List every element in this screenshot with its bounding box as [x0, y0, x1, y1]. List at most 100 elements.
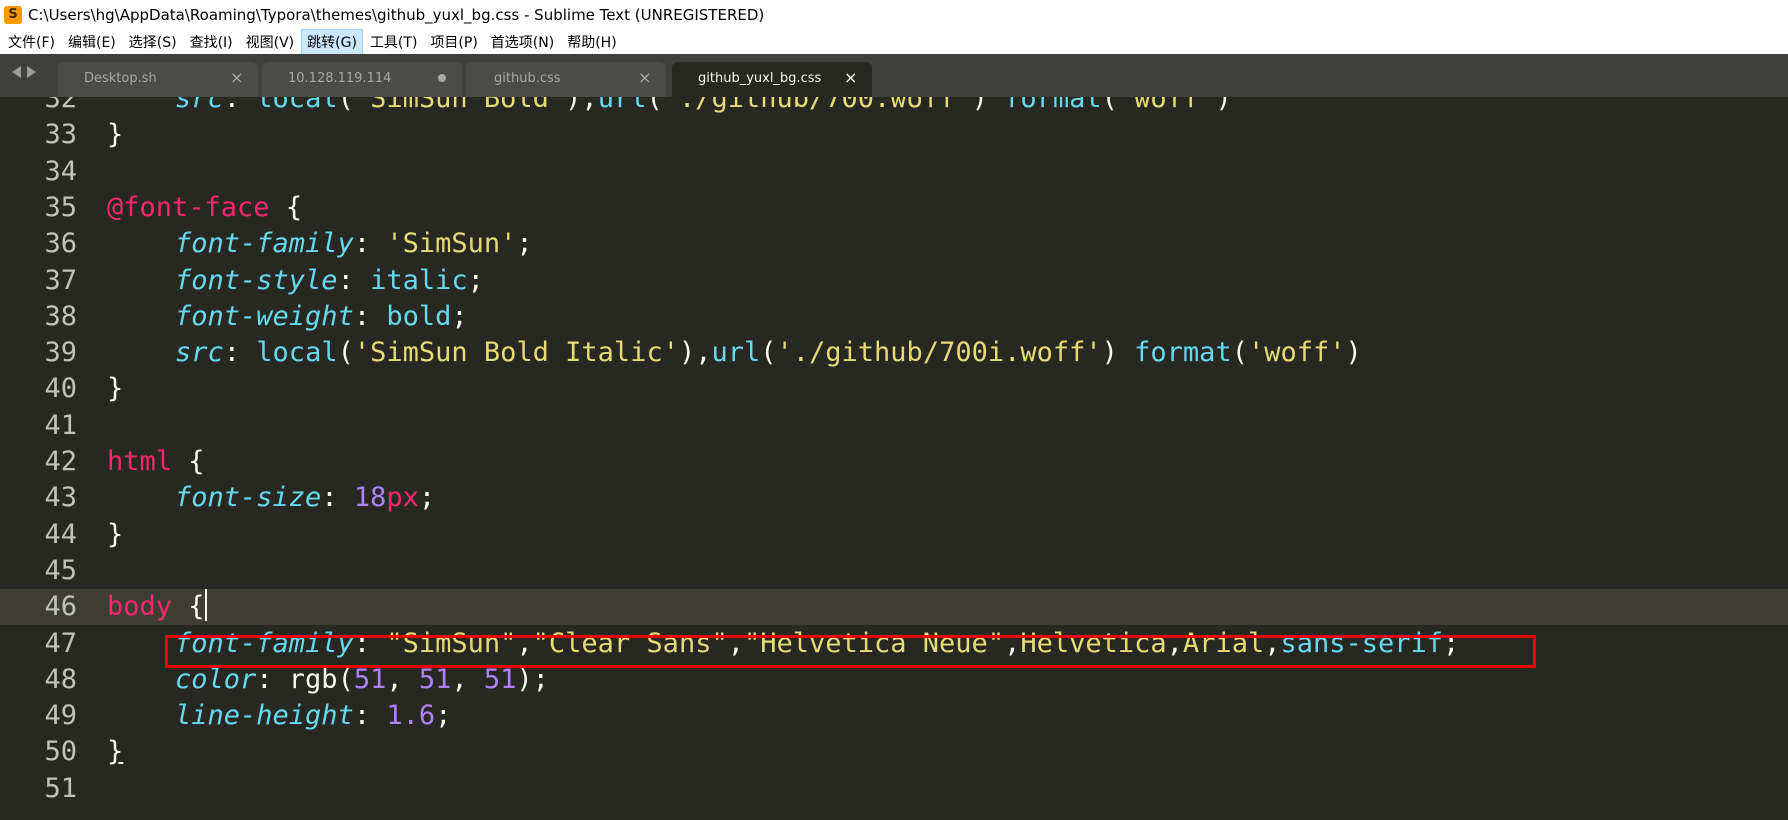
code-token: ; [418, 482, 436, 514]
line-number: 46 [44, 591, 77, 623]
code-token: : [353, 300, 387, 332]
menu-project[interactable]: 项目(P) [424, 29, 483, 55]
line-number: 33 [44, 119, 77, 151]
code-token: font-family [175, 228, 354, 260]
code-line[interactable]: 45 [0, 553, 1788, 589]
code-text: } [107, 371, 123, 407]
line-number: 36 [44, 228, 77, 260]
code-token: 'woff' [1247, 337, 1346, 369]
code-token: ( [1231, 337, 1248, 369]
code-token: 1.6 [386, 700, 436, 732]
code-token: : [256, 663, 289, 695]
code-token: { [172, 591, 205, 623]
menu-view[interactable]: 视图(V) [240, 29, 301, 55]
text-cursor [204, 589, 207, 622]
code-line[interactable]: 39 src: local('SimSun Bold Italic'),url('… [0, 335, 1788, 371]
code-text: html { [107, 444, 205, 480]
code-token: ( [337, 337, 354, 369]
menu-find[interactable]: 查找(I) [184, 29, 239, 55]
close-icon[interactable]: × [844, 68, 857, 87]
code-line[interactable]: 38 font-weight: bold; [0, 299, 1788, 335]
code-line[interactable]: 35 @font-face { [0, 190, 1788, 226]
line-number: 41 [44, 409, 77, 441]
code-line[interactable]: 50} [0, 734, 1788, 770]
code-token: ), [678, 337, 712, 369]
code-token: line-height [175, 700, 354, 732]
code-token: format [1004, 97, 1102, 114]
code-line[interactable]: 34 [0, 154, 1788, 190]
code-line[interactable]: 43 font-size: 18px; [0, 480, 1788, 516]
code-token: { [172, 446, 205, 477]
menu-tools[interactable]: 工具(T) [364, 29, 423, 55]
menu-bar: 文件(F) 编辑(E) 选择(S) 查找(I) 视图(V) 跳转(G) 工具(T… [0, 28, 1788, 55]
code-token: ; [451, 300, 468, 332]
code-token: './github/700.woff' [662, 97, 972, 114]
code-line[interactable]: 33} [0, 117, 1788, 153]
menu-selection[interactable]: 选择(S) [123, 29, 183, 55]
code-text: font-size: 18px; [107, 480, 435, 516]
code-line[interactable]: 32 src: local('SimSun Bold'),url('./githu… [0, 97, 1788, 117]
code-token: bold [386, 300, 452, 332]
code-line[interactable]: 44} [0, 517, 1788, 553]
code-editor[interactable]: 51 50} 49 line-height: 1.6; 48 color: rgb(51,… [0, 97, 1788, 820]
code-token: local [256, 97, 338, 114]
tab-bar: Desktop.sh × 10.128.119.114 github.css ×… [0, 54, 1788, 97]
code-token: ( [1101, 97, 1118, 114]
tab-remote-host[interactable]: 10.128.119.114 [262, 62, 462, 97]
code-text: line-height: 1.6; [107, 698, 451, 734]
code-line[interactable]: 49 line-height: 1.6; [0, 698, 1788, 734]
code-line[interactable]: 41 [0, 408, 1788, 444]
code-line[interactable]: 46 body { [0, 589, 1788, 626]
line-number: 51 [44, 772, 77, 804]
code-line[interactable]: 40} [0, 371, 1788, 407]
code-text: font-weight: bold; [107, 299, 468, 335]
tab-scroll-right-icon[interactable] [27, 66, 36, 78]
code-token: 'SimSun Bold' [353, 97, 566, 114]
line-number: 42 [44, 446, 77, 477]
title-bar: S C:\Users\hg\AppData\Roaming\Typora\the… [0, 0, 1788, 29]
code-token: src [175, 97, 224, 114]
tab-github-yuxl-bg-css[interactable]: github_yuxl_bg.css × [672, 62, 872, 97]
menu-goto[interactable]: 跳转(G) [301, 28, 363, 55]
line-number: 44 [44, 518, 77, 550]
code-text: src: local('SimSun Bold Italic'),url('./… [107, 335, 1362, 371]
code-token: ( [337, 663, 354, 695]
menu-help[interactable]: 帮助(H) [561, 29, 622, 55]
tab-github-css[interactable]: github.css × [466, 62, 666, 97]
tab-label: 10.128.119.114 [288, 71, 392, 86]
code-text: } [107, 517, 123, 553]
line-number: 35 [44, 191, 77, 223]
tab-scroll-left-icon[interactable] [12, 66, 21, 78]
tab-desktop-sh[interactable]: Desktop.sh × [58, 62, 258, 97]
line-number: 34 [44, 155, 77, 187]
code-line[interactable]: 42 html { [0, 444, 1788, 480]
unsaved-dot-icon[interactable] [438, 74, 446, 82]
code-token: font-style [175, 264, 338, 296]
code-token: { [269, 191, 303, 223]
line-number: 39 [44, 337, 77, 369]
sublime-text-icon: S [4, 5, 22, 24]
menu-preferences[interactable]: 首选项(N) [485, 29, 560, 55]
close-icon[interactable]: × [230, 68, 243, 87]
code-token: ) [1215, 97, 1232, 114]
code-token: ( [760, 337, 777, 369]
close-icon[interactable]: × [638, 68, 651, 87]
code-token: format [1134, 337, 1232, 369]
code-token: 18 [353, 482, 387, 514]
code-token: italic [370, 264, 468, 296]
line-number: 47 [44, 627, 77, 659]
sublime-text-window: S C:\Users\hg\AppData\Roaming\Typora\the… [0, 0, 1788, 820]
menu-edit[interactable]: 编辑(E) [62, 29, 122, 55]
code-token: 51 [353, 663, 387, 695]
code-token: body [107, 591, 173, 623]
line-number: 45 [44, 554, 77, 586]
code-token: ); [516, 663, 549, 695]
code-token: @font-face [107, 191, 270, 223]
code-token: ; [435, 700, 452, 732]
code-line[interactable]: 36 font-family: 'SimSun'; [0, 226, 1788, 262]
code-text: src: local('SimSun Bold'),url('./github/… [107, 97, 1232, 117]
code-token: ; [467, 264, 484, 296]
menu-file[interactable]: 文件(F) [2, 29, 61, 55]
code-line[interactable]: 37 font-style: italic; [0, 263, 1788, 299]
code-line[interactable]: 51 [0, 771, 1788, 807]
